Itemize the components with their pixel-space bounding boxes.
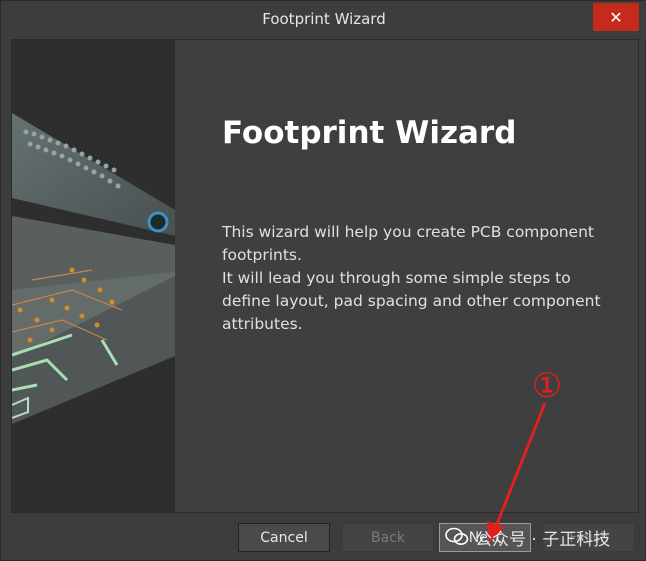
wizard-heading: Footprint Wizard (222, 115, 517, 151)
wizard-description: This wizard will help you create PCB com… (222, 221, 622, 336)
pcb-illustration (12, 40, 175, 512)
cancel-button[interactable]: Cancel (238, 523, 330, 552)
back-button[interactable]: Back (342, 523, 434, 552)
close-icon: ✕ (609, 7, 623, 27)
window-title: Footprint Wizard (262, 10, 386, 28)
footprint-wizard-window: Footprint Wizard ✕ Footprint Wizard This… (0, 0, 646, 561)
description-line-2: It will lead you through some simple ste… (222, 269, 601, 333)
close-button[interactable]: ✕ (593, 3, 639, 31)
annotation-arrow-icon (487, 402, 547, 543)
pcb-layers-graphic (12, 40, 175, 512)
description-line-1: This wizard will help you create PCB com… (222, 223, 594, 264)
title-bar: Footprint Wizard ✕ (1, 1, 646, 39)
